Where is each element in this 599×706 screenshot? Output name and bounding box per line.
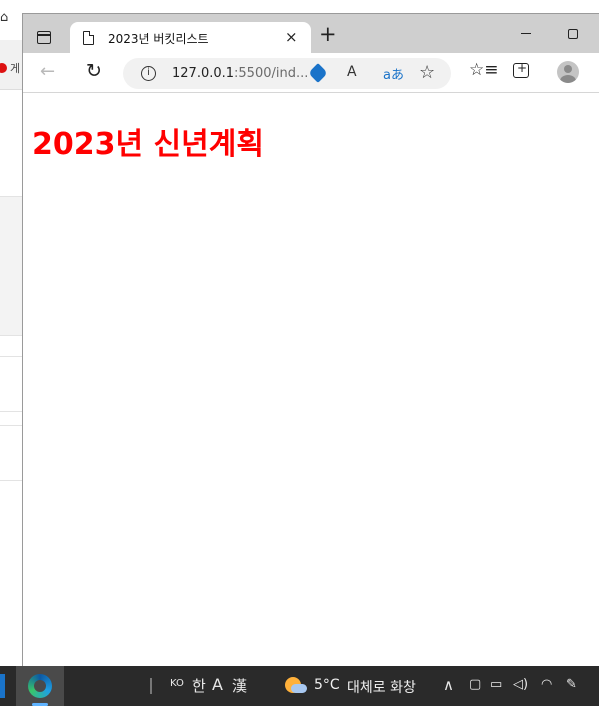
background-partial-text: 게 xyxy=(10,62,21,75)
hangul-key-icon[interactable]: 한 xyxy=(192,675,206,696)
translate-icon[interactable]: aあ xyxy=(383,64,404,83)
alpha-key-icon[interactable]: A xyxy=(212,675,223,694)
new-tab-button[interactable]: + xyxy=(319,24,337,45)
favorites-icon[interactable]: ☆≡ xyxy=(469,60,498,80)
taskbar-app-icon[interactable] xyxy=(0,674,5,698)
collections-icon[interactable] xyxy=(513,61,529,78)
minimize-icon[interactable] xyxy=(521,33,531,34)
profile-avatar[interactable] xyxy=(557,61,579,83)
weather-temperature[interactable]: 5°C xyxy=(314,677,340,693)
page-heading: 2023년 신년계획 xyxy=(32,127,264,162)
taskbar-edge-button[interactable] xyxy=(16,666,64,706)
url-host: 127.0.0.1 xyxy=(172,66,235,81)
cloud-icon xyxy=(291,684,307,693)
refresh-button[interactable]: ↻ xyxy=(86,60,102,82)
back-button[interactable]: ← xyxy=(40,61,55,82)
coupon-tag-icon[interactable] xyxy=(308,63,328,83)
background-divider xyxy=(0,480,24,481)
edge-icon xyxy=(28,674,52,698)
meet-now-icon[interactable]: ▢ xyxy=(469,677,481,692)
title-bar: 2023년 버킷리스트 × + xyxy=(23,14,599,54)
background-divider xyxy=(0,411,24,412)
background-divider xyxy=(0,356,24,357)
taskbar: KO 한 A 漢 5°C 대체로 화창 ∧ ▢ ▭ ◁) ◠ ✎ xyxy=(0,666,599,706)
page-content: 2023년 신년계획 xyxy=(23,94,599,667)
site-info-icon[interactable]: i xyxy=(141,66,156,81)
background-home-icon: ⌂ xyxy=(0,10,9,25)
weather-icon[interactable] xyxy=(285,675,307,695)
background-panel xyxy=(0,196,24,336)
wifi-icon[interactable]: ◠ xyxy=(541,677,552,692)
hanja-key-icon[interactable]: 漢 xyxy=(232,675,247,696)
ime-mode-indicator[interactable]: KO xyxy=(170,678,184,689)
read-aloud-icon[interactable]: A xyxy=(347,64,357,80)
background-window: ⌂ 게 xyxy=(0,0,24,666)
pen-icon[interactable]: ✎ xyxy=(566,677,577,692)
maximize-icon[interactable] xyxy=(568,29,578,39)
browser-window: 2023년 버킷리스트 × + ← ↻ i 127.0.0.1:5500/ind… xyxy=(22,13,599,667)
address-bar[interactable]: i 127.0.0.1:5500/ind... A aあ ☆ xyxy=(123,58,451,89)
url-path: :5500/ind... xyxy=(234,66,309,81)
tab-actions-icon[interactable] xyxy=(37,31,51,44)
volume-icon[interactable]: ◁) xyxy=(513,677,528,692)
tab-title: 2023년 버킷리스트 xyxy=(108,32,209,46)
battery-icon[interactable]: ▭ xyxy=(490,677,502,692)
weather-description[interactable]: 대체로 화창 xyxy=(347,677,416,697)
page-icon xyxy=(83,31,94,45)
tray-overflow-chevron-icon[interactable]: ∧ xyxy=(443,676,454,694)
taskbar-separator xyxy=(150,678,152,694)
background-divider xyxy=(0,425,24,426)
tab-active[interactable]: 2023년 버킷리스트 × xyxy=(70,22,311,54)
tab-close-icon[interactable]: × xyxy=(285,28,298,46)
address-url[interactable]: 127.0.0.1:5500/ind... xyxy=(172,66,308,81)
add-favorite-icon[interactable]: ☆ xyxy=(419,62,435,83)
browser-toolbar: ← ↻ i 127.0.0.1:5500/ind... A aあ ☆ ☆≡ xyxy=(23,53,599,93)
